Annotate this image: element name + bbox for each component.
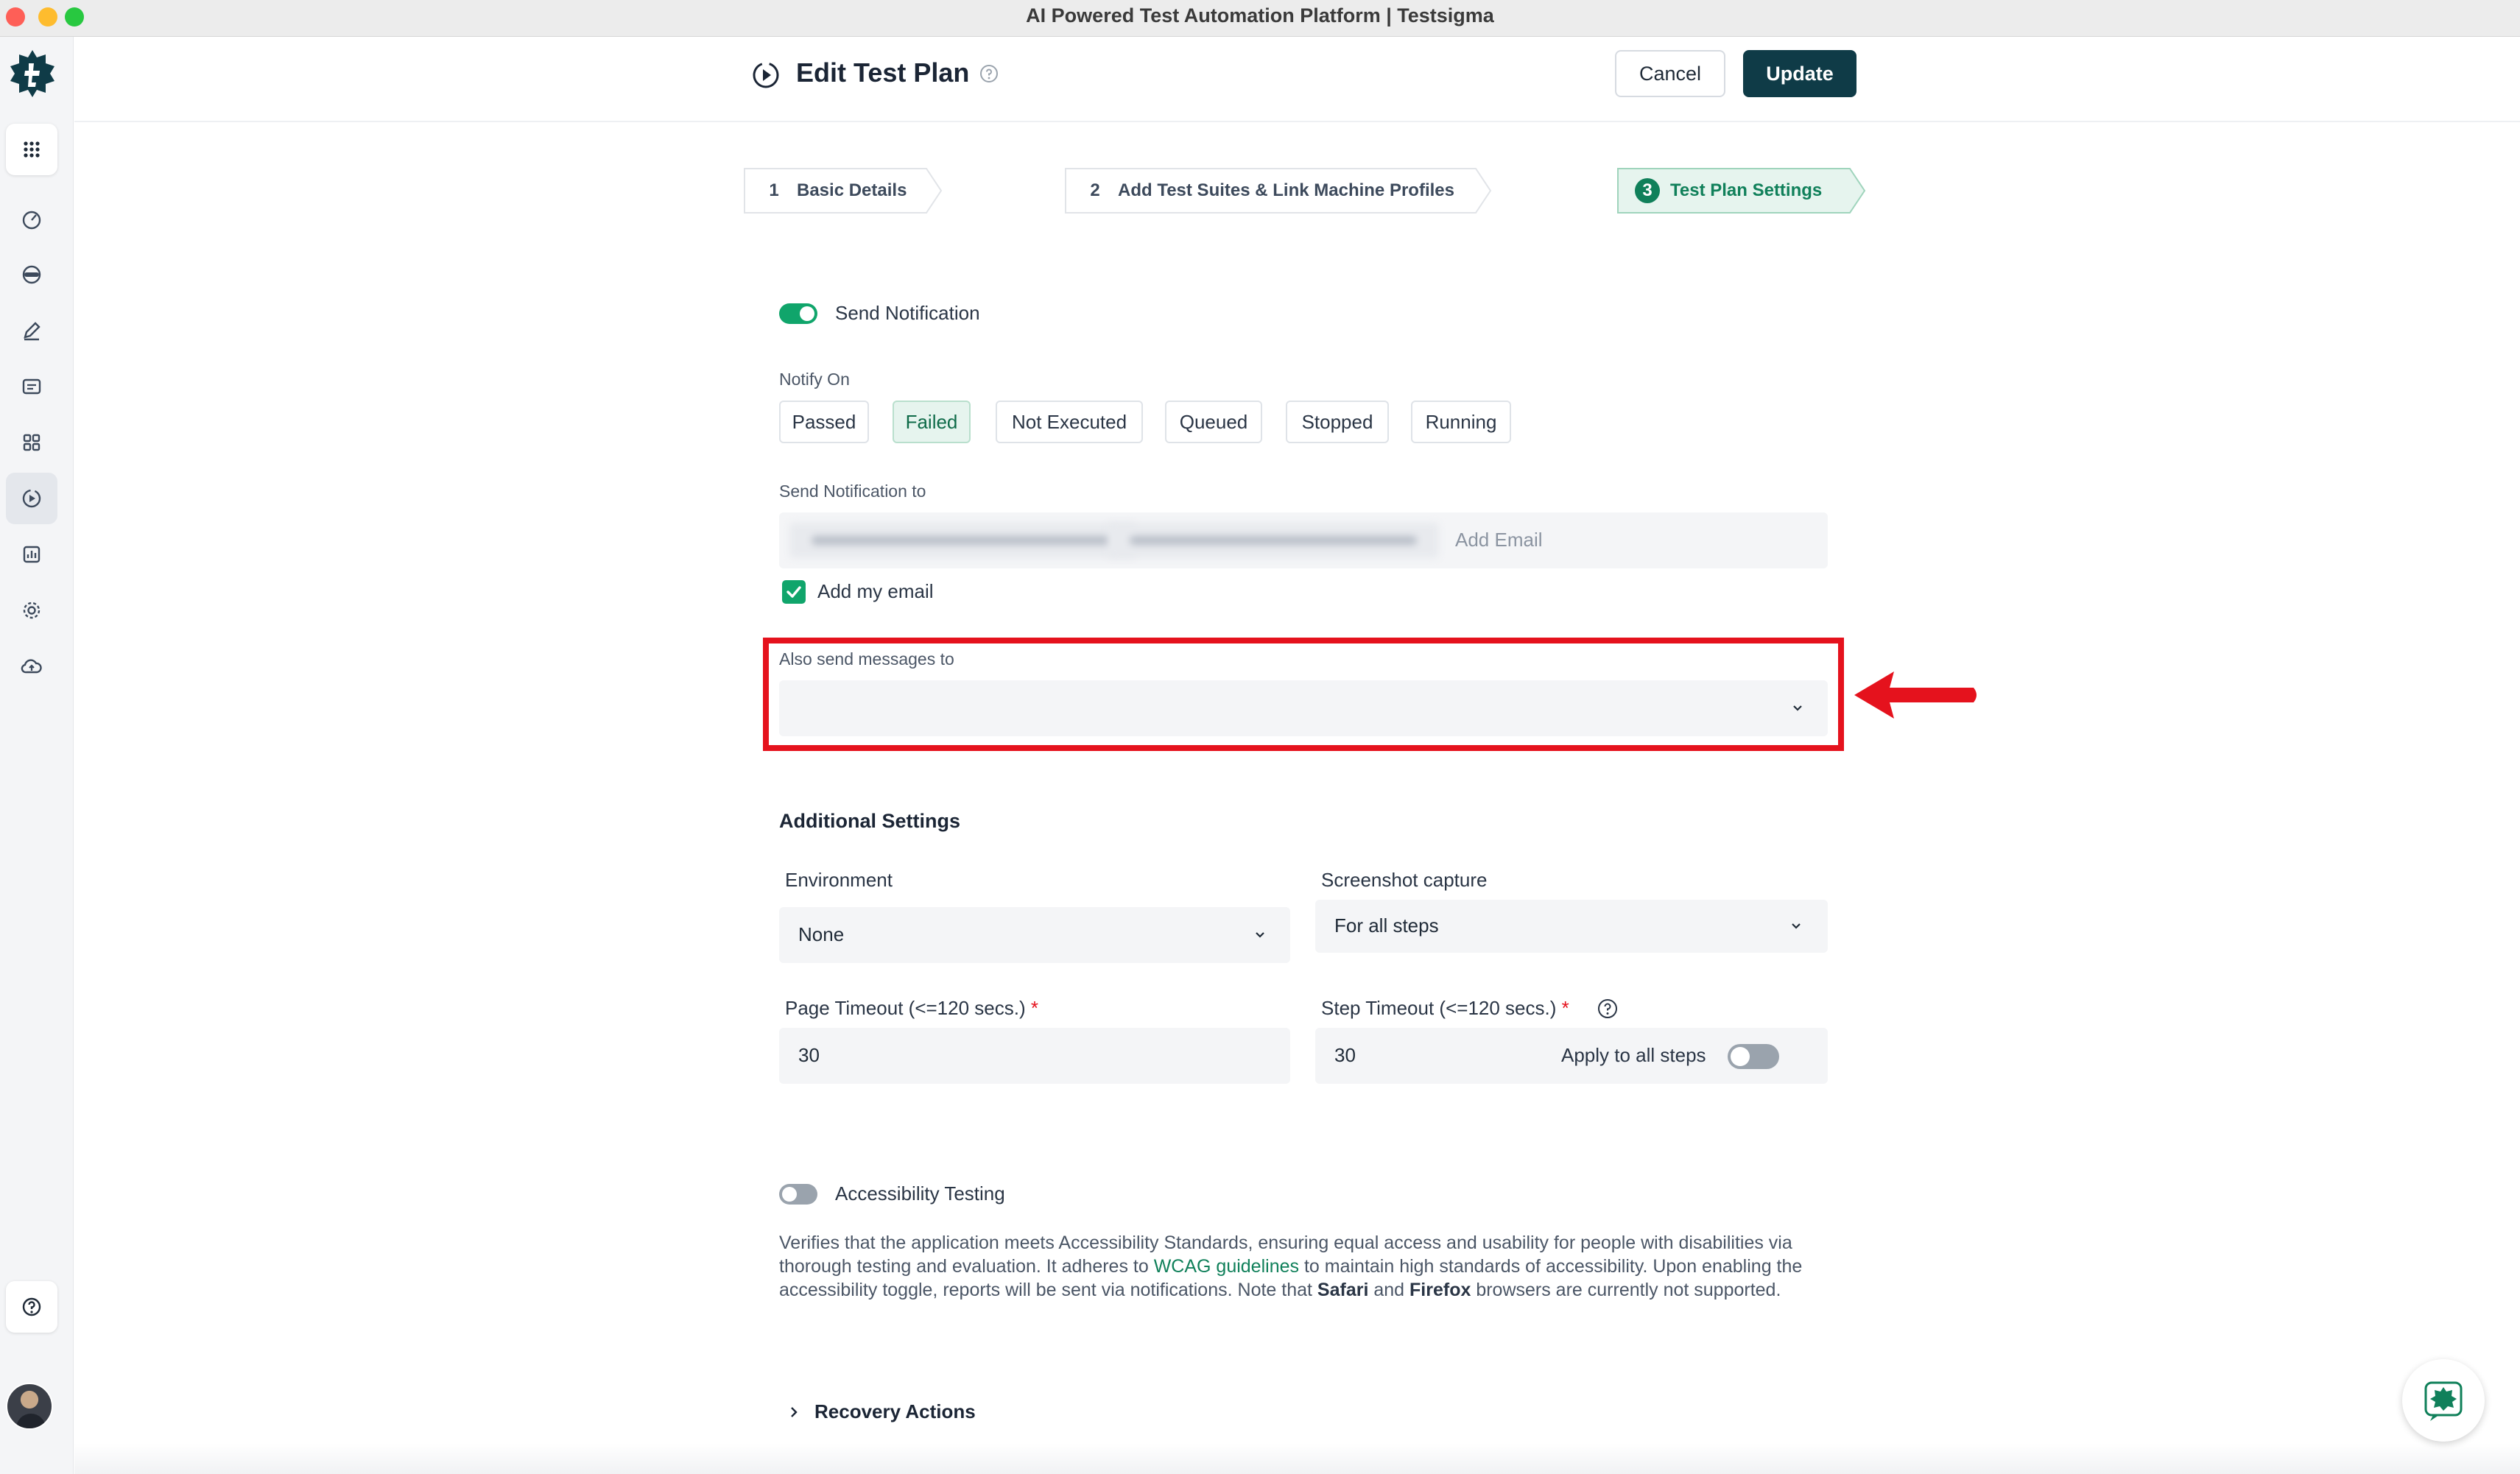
gear-icon (23, 602, 41, 619)
page-timeout-input[interactable]: 30 (779, 1028, 1290, 1084)
notify-chip-not-executed[interactable]: Not Executed (996, 401, 1143, 443)
environment-value: None (798, 923, 845, 945)
arrow-left-icon (1854, 671, 1977, 719)
nav-test-plans[interactable] (6, 473, 57, 524)
help-button[interactable] (6, 1281, 57, 1333)
add-email-placeholder: Add Email (1455, 529, 1543, 551)
left-nav-rail (0, 37, 74, 1474)
notify-chip-passed[interactable]: Passed (779, 401, 869, 443)
desc-firefox: Firefox (1409, 1280, 1471, 1300)
step-label: Add Test Suites & Link Machine Profiles (1118, 180, 1454, 200)
nav-agents[interactable] (6, 249, 57, 300)
accessibility-description: Verifies that the application meets Acce… (779, 1231, 1803, 1302)
bottom-edge (74, 1443, 2520, 1474)
notify-on-label: Notify On (779, 370, 850, 389)
check-icon (786, 586, 801, 598)
step-number: 1 (769, 180, 779, 200)
window-title: AI Powered Test Automation Platform | Te… (1026, 4, 1494, 27)
environment-select[interactable]: None (779, 907, 1290, 963)
email-tag[interactable] (789, 523, 1136, 558)
step-label: Basic Details (797, 180, 907, 200)
chevron-right-icon[interactable] (784, 1402, 804, 1422)
user-avatar[interactable] (6, 1383, 53, 1430)
annotation-highlight-box (763, 638, 1844, 751)
accessibility-testing-label: Accessibility Testing (835, 1182, 1005, 1205)
send-notification-toggle[interactable] (779, 303, 817, 324)
window-title-bar: AI Powered Test Automation Platform | Te… (0, 0, 2520, 37)
email-recipients-field[interactable]: Add Email (779, 512, 1828, 568)
step-number: 2 (1090, 180, 1100, 200)
add-my-email-label: Add my email (817, 580, 934, 602)
send-notification-label: Send Notification (835, 302, 980, 324)
accessibility-testing-toggle[interactable] (779, 1184, 817, 1205)
page-timeout-value: 30 (798, 1044, 820, 1066)
recovery-actions-toggle[interactable]: Recovery Actions (814, 1400, 976, 1423)
nav-author[interactable] (6, 305, 57, 356)
step-timeout-input[interactable]: 30 Apply to all steps (1315, 1028, 1828, 1084)
report-chart-icon (23, 546, 41, 563)
nav-reports[interactable] (6, 529, 57, 580)
folder-icon (22, 378, 41, 395)
dashboard-gauge-icon (22, 211, 41, 230)
step-timeout-label-text: Step Timeout (<=120 secs.) (1321, 997, 1557, 1019)
nav-test-data[interactable] (6, 361, 57, 412)
chevron-down-icon (1256, 932, 1264, 938)
update-button[interactable]: Update (1743, 50, 1856, 97)
email-tag[interactable] (1108, 523, 1439, 558)
desc-text: browsers are currently not supported. (1471, 1280, 1781, 1300)
help-circle-icon[interactable] (1597, 998, 1619, 1020)
step-number: 3 (1635, 178, 1660, 203)
notify-chip-queued[interactable]: Queued (1165, 401, 1262, 443)
required-mark: * (1030, 997, 1038, 1019)
screenshot-capture-value: For all steps (1334, 914, 1439, 937)
step-test-plan-settings[interactable]: 3 Test Plan Settings (1617, 168, 1866, 214)
page-timeout-label-text: Page Timeout (<=120 secs.) (785, 997, 1026, 1019)
step-timeout-value: 30 (1334, 1044, 1356, 1066)
chat-bot-icon (2424, 1381, 2463, 1421)
notify-chip-running[interactable]: Running (1411, 401, 1511, 443)
modules-grid-icon (23, 434, 41, 451)
nav-dashboard[interactable] (6, 193, 57, 244)
screenshot-capture-label: Screenshot capture (1321, 869, 1488, 891)
play-circle-icon (22, 489, 41, 508)
wcag-guidelines-link[interactable]: WCAG guidelines (1154, 1256, 1299, 1277)
help-circle-icon[interactable] (979, 63, 999, 84)
page-header: Edit Test Plan Cancel Update (74, 37, 2520, 122)
notify-chip-failed[interactable]: Failed (893, 401, 971, 443)
chat-bot-button[interactable] (2402, 1359, 2485, 1442)
add-my-email-checkbox[interactable] (782, 580, 806, 604)
pencil-icon (24, 322, 41, 341)
apply-to-all-steps-label: Apply to all steps (1561, 1044, 1706, 1066)
desc-safari: Safari (1317, 1280, 1369, 1300)
apply-to-all-steps-toggle[interactable] (1728, 1044, 1779, 1069)
environment-label: Environment (785, 869, 893, 891)
chevron-down-icon (1792, 923, 1801, 929)
screenshot-capture-select[interactable]: For all steps (1315, 900, 1828, 953)
page-title: Edit Test Plan (796, 57, 970, 88)
step-basic-details[interactable]: 1 Basic Details (744, 168, 943, 214)
nav-uploads[interactable] (6, 641, 57, 692)
nav-settings[interactable] (6, 585, 57, 636)
step-add-test-suites[interactable]: 2 Add Test Suites & Link Machine Profile… (1065, 168, 1492, 214)
desc-text: and (1368, 1280, 1410, 1300)
apps-grid-button[interactable] (6, 124, 57, 175)
cloud-upload-icon (21, 659, 42, 674)
step-label: Test Plan Settings (1670, 180, 1823, 200)
apps-grid-icon (24, 141, 40, 158)
notify-chip-stopped[interactable]: Stopped (1286, 401, 1389, 443)
agent-icon (22, 265, 41, 284)
cancel-button[interactable]: Cancel (1615, 50, 1725, 97)
additional-settings-title: Additional Settings (779, 810, 960, 832)
nav-modules[interactable] (6, 417, 57, 468)
page-timeout-label: Page Timeout (<=120 secs.) * (785, 997, 1038, 1020)
play-circle-icon (753, 62, 779, 88)
required-mark: * (1561, 997, 1569, 1019)
step-timeout-label: Step Timeout (<=120 secs.) * (1321, 997, 1569, 1020)
testsigma-logo-icon[interactable] (6, 47, 59, 100)
send-notification-to-label: Send Notification to (779, 482, 926, 501)
help-circle-icon (22, 1297, 41, 1316)
